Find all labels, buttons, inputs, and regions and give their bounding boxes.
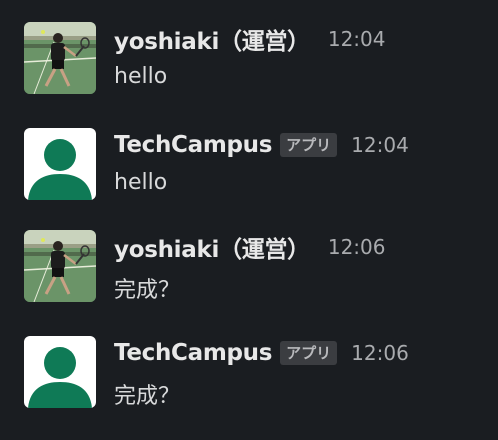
message-text: 完成？ (114, 278, 181, 303)
message-feed: yoshiaki（運営） 12:04 hello TechCampus アプリ … (0, 0, 498, 426)
sender-name[interactable]: yoshiaki（運営） (114, 230, 310, 264)
message-header: yoshiaki（運営） 12:06 (114, 230, 386, 264)
message-timestamp[interactable]: 12:04 (328, 27, 386, 51)
default-user-avatar[interactable] (24, 336, 96, 408)
message-text: hello (114, 64, 168, 89)
message-item: TechCampus アプリ 12:04 hello (0, 128, 498, 232)
user-avatar-photo[interactable] (24, 230, 96, 302)
user-avatar-photo[interactable] (24, 22, 96, 94)
message-timestamp[interactable]: 12:04 (351, 133, 409, 157)
sender-name[interactable]: TechCampus (114, 340, 272, 366)
message-timestamp[interactable]: 12:06 (351, 341, 409, 365)
message-header: TechCampus アプリ 12:06 (114, 338, 409, 368)
message-item: TechCampus アプリ 12:06 完成？ (0, 336, 498, 440)
message-item: yoshiaki（運営） 12:04 hello (0, 22, 498, 126)
app-badge: アプリ (280, 133, 338, 157)
app-badge: アプリ (280, 341, 338, 365)
message-header: TechCampus アプリ 12:04 (114, 130, 409, 160)
message-text: hello (114, 170, 168, 195)
message-header: yoshiaki（運営） 12:04 (114, 22, 386, 56)
message-timestamp[interactable]: 12:06 (328, 235, 386, 259)
message-text: 完成？ (114, 384, 181, 409)
sender-name[interactable]: TechCampus (114, 132, 272, 158)
message-item: yoshiaki（運営） 12:06 完成？ (0, 230, 498, 334)
default-user-avatar[interactable] (24, 128, 96, 200)
sender-name[interactable]: yoshiaki（運営） (114, 22, 310, 56)
